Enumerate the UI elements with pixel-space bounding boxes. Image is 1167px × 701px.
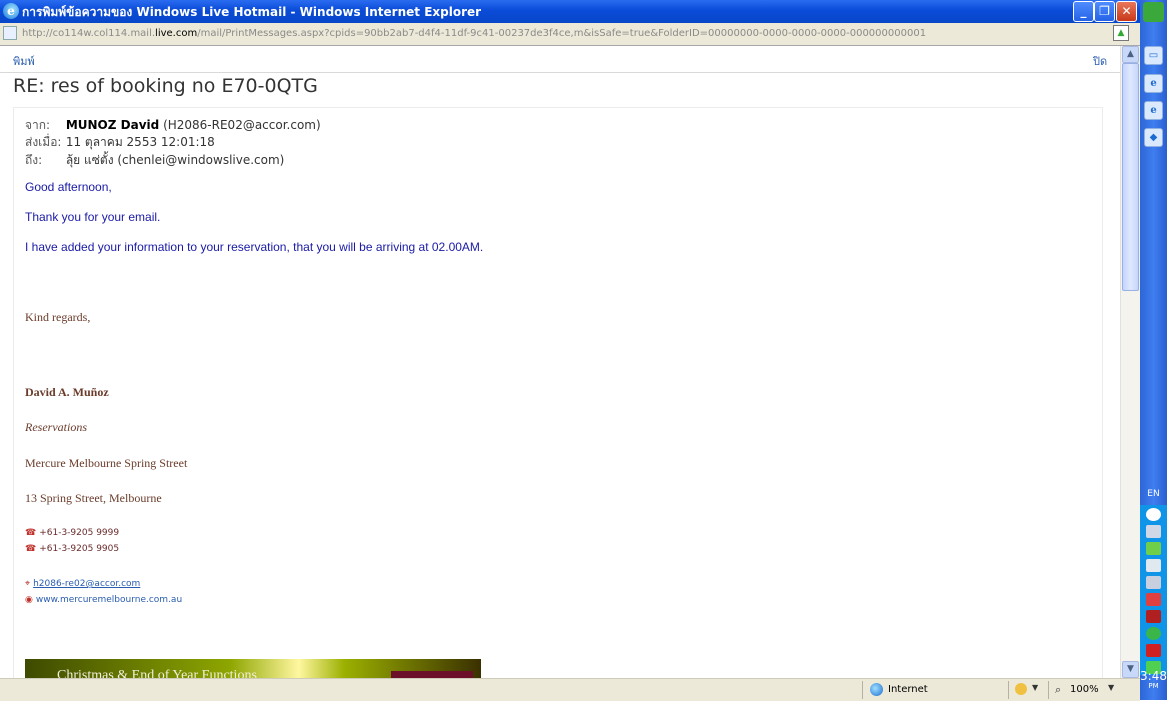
scroll-down-button[interactable]: ▼ <box>1122 661 1139 678</box>
to-value: ลุ้ย แซ่ตั้ง (chenlei@windowslive.com) <box>65 153 285 167</box>
sent-row: ส่งเมื่อ: 11 ตุลาคม 2553 12:01:18 <box>25 133 215 152</box>
signature-address: 13 Spring Street, Melbourne <box>25 491 162 505</box>
email-row: ⌖ h2086-re02@accor.com <box>25 579 140 589</box>
phone-number: +61-3-9205 9999 <box>39 528 120 538</box>
taskbar: ▭ e e ◆ EN 3:48 PM <box>1140 0 1167 700</box>
signature-website-link[interactable]: www.mercuremelbourne.com.au <box>36 595 182 605</box>
info-text: I have added your information to your re… <box>25 240 484 254</box>
signature-role: Reservations <box>25 420 87 434</box>
expand-tray-icon[interactable] <box>1146 508 1161 521</box>
minimize-button[interactable]: _ <box>1073 1 1094 22</box>
status-divider <box>1048 681 1049 699</box>
status-divider <box>862 681 863 699</box>
internet-zone-icon <box>870 683 883 696</box>
page-content: พิมพ์ ปิด RE: res of booking no E70-0QTG… <box>0 46 1120 678</box>
tray-app-icon[interactable] <box>1146 593 1161 606</box>
address-bar[interactable]: http://co114w.col114.mail.live.com/mail/… <box>0 23 1140 46</box>
phone-row: ☎ +61-3-9205 9999 <box>25 528 119 538</box>
antivirus-icon[interactable] <box>1146 610 1161 623</box>
sent-label: ส่งเมื่อ: <box>25 135 62 149</box>
mouse-icon: ⌖ <box>25 579 31 589</box>
scroll-up-button[interactable]: ▲ <box>1122 46 1139 63</box>
device-icon[interactable] <box>1146 576 1161 589</box>
to-row: ถึง: ลุ้ย แซ่ตั้ง (chenlei@windowslive.c… <box>25 151 284 170</box>
zoom-icon[interactable]: ⌕ <box>1055 683 1061 697</box>
title-bar: e การพิมพ์ข้อความของ Windows Live Hotmai… <box>0 0 1140 23</box>
network-icon[interactable] <box>1146 559 1161 572</box>
greeting-text: Good afternoon, <box>25 180 112 194</box>
signature-hotel: Mercure Melbourne Spring Street <box>25 456 188 470</box>
close-window-button[interactable]: ✕ <box>1116 1 1137 22</box>
page-status-icon[interactable]: ▲ <box>1113 25 1129 41</box>
language-indicator[interactable]: EN <box>1140 489 1167 499</box>
regards-text: Kind regards, <box>25 310 91 324</box>
sender-name: MUNOZ David <box>65 118 160 132</box>
zoom-level[interactable]: 100% <box>1070 684 1099 695</box>
system-tray <box>1140 505 1167 675</box>
printer-icon[interactable] <box>1146 525 1161 538</box>
to-label: ถึง: <box>25 153 43 167</box>
fax-icon: ☎ <box>25 544 37 554</box>
banner-text: Christmas & End of Year Functions <box>57 668 257 678</box>
ati-icon[interactable] <box>1146 644 1161 657</box>
print-link[interactable]: พิมพ์ <box>13 52 35 70</box>
thanks-text: Thank you for your email. <box>25 210 161 224</box>
christmas-banner-image: Christmas & End of Year Functions <box>25 659 481 678</box>
phone-icon: ☎ <box>25 528 37 538</box>
globe-icon: ◉ <box>25 595 33 605</box>
chevron-down-icon[interactable]: ▼ <box>1032 683 1038 692</box>
message-subject: RE: res of booking no E70-0QTG <box>13 75 318 97</box>
shield-icon[interactable] <box>1146 542 1161 555</box>
print-toolbar: พิมพ์ ปิด <box>0 46 1120 73</box>
vertical-scrollbar[interactable]: ▲ ▼ <box>1120 46 1140 678</box>
sender-email: (H2086-RE02@accor.com) <box>163 118 321 132</box>
chevron-down-icon[interactable]: ▼ <box>1108 683 1114 692</box>
signature-name: David A. Muñoz <box>25 385 109 399</box>
ie-quicklaunch-icon[interactable]: e <box>1144 74 1163 93</box>
security-zone[interactable]: Internet <box>888 684 928 695</box>
taskbar-clock[interactable]: 3:48 PM <box>1140 670 1167 690</box>
fax-row: ☎ +61-3-9205 9905 <box>25 544 119 554</box>
clock-ampm: PM <box>1148 682 1159 690</box>
url-prefix: http://co114w.col114.mail. <box>22 28 156 39</box>
status-divider <box>1008 681 1009 699</box>
window-title: การพิมพ์ข้อความของ Windows Live Hotmail … <box>22 5 482 19</box>
signature-email-link[interactable]: h2086-re02@accor.com <box>33 579 140 589</box>
status-bar: Internet ▼ ⌕ 100% ▼ <box>0 678 1140 701</box>
url-text[interactable]: http://co114w.col114.mail.live.com/mail/… <box>22 28 926 39</box>
protected-mode-icon[interactable] <box>1015 683 1027 695</box>
scroll-thumb[interactable] <box>1122 63 1139 291</box>
clock-time: 3:48 <box>1140 669 1167 683</box>
message-body: จาก: MUNOZ David (H2086-RE02@accor.com) … <box>13 107 1103 678</box>
close-link[interactable]: ปิด <box>1093 52 1107 70</box>
url-domain: live.com <box>155 28 198 39</box>
banner-block <box>391 671 473 678</box>
restore-button[interactable]: ❐ <box>1094 1 1115 22</box>
ie-logo-icon: e <box>3 3 19 19</box>
start-button[interactable] <box>1143 2 1164 22</box>
sent-value: 11 ตุลาคม 2553 12:01:18 <box>65 135 215 149</box>
desktop-icon[interactable]: ▭ <box>1144 46 1163 65</box>
page-icon <box>3 26 17 40</box>
ie-task-icon[interactable]: e <box>1144 101 1163 120</box>
website-row: ◉ www.mercuremelbourne.com.au <box>25 595 182 605</box>
fax-number: +61-3-9205 9905 <box>39 544 120 554</box>
app-task-icon[interactable]: ◆ <box>1144 128 1163 147</box>
update-icon[interactable] <box>1146 627 1161 640</box>
url-suffix: /mail/PrintMessages.aspx?cpids=90bb2ab7-… <box>197 28 927 39</box>
